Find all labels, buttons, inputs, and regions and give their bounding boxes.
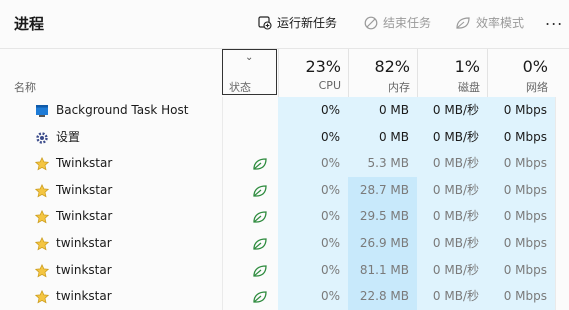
cpu-cell: 0% [278, 176, 348, 204]
efficiency-mode-label: 效率模式 [476, 16, 525, 30]
disk-cell: 0 MB/秒 [417, 230, 487, 257]
disk-cell: 0 MB/秒 [417, 256, 487, 284]
disk-cell: 0 MB/秒 [417, 176, 487, 204]
network-cell: 0 Mbps [487, 230, 555, 257]
process-name: 设置 [56, 129, 81, 144]
disk-cell: 0 MB/秒 [417, 123, 487, 151]
table-row[interactable]: twinkstar 0% 26.9 MB 0 MB/秒 0 Mbps [0, 230, 569, 257]
page-title: 进程 [14, 15, 45, 33]
disk-label: 磁盘 [458, 81, 480, 94]
status-label: 状态 [229, 81, 251, 94]
memory-cell: 26.9 MB [348, 230, 417, 257]
cpu-total: 23% [305, 57, 341, 76]
table-row[interactable]: Twinkstar 0% 29.5 MB 0 MB/秒 0 Mbps [0, 203, 569, 230]
table-row[interactable]: Twinkstar 0% 28.7 MB 0 MB/秒 0 Mbps [0, 176, 569, 204]
memory-cell: 0 MB [348, 123, 417, 151]
run-new-task-button[interactable]: 运行新任务 [258, 14, 337, 31]
end-task-button[interactable]: 结束任务 [364, 14, 431, 31]
gear-icon [35, 130, 49, 144]
table-row[interactable]: 设置 0% 0 MB 0 MB/秒 0 Mbps [0, 123, 569, 151]
memory-cell: 0 MB [348, 97, 417, 124]
memory-cell: 5.3 MB [348, 150, 417, 177]
leaf-icon [456, 16, 470, 29]
column-name[interactable]: 名称 [14, 79, 36, 95]
disk-cell: 0 MB/秒 [417, 150, 487, 177]
more-options-icon[interactable]: ... [545, 10, 563, 29]
network-cell: 0 Mbps [487, 123, 555, 151]
disk-cell: 0 MB/秒 [417, 203, 487, 230]
chevron-down-icon: ⌄ [245, 52, 254, 63]
column-cpu[interactable]: 23% CPU [278, 49, 349, 97]
process-name: twinkstar [56, 289, 112, 304]
efficiency-leaf-icon [252, 156, 268, 170]
memory-label: 内存 [388, 81, 410, 94]
cpu-cell: 0% [278, 150, 348, 177]
memory-cell: 81.1 MB [348, 256, 417, 284]
process-name: Background Task Host [56, 103, 189, 117]
cpu-cell: 0% [278, 230, 348, 257]
network-cell: 0 Mbps [487, 176, 555, 204]
network-label: 网络 [526, 81, 548, 94]
memory-total: 82% [374, 57, 410, 76]
network-cell: 0 Mbps [487, 97, 555, 124]
process-name: Twinkstar [56, 182, 113, 197]
efficiency-leaf-icon [252, 236, 268, 250]
network-total: 0% [522, 57, 548, 76]
column-status[interactable]: ⌄ 状态 [222, 49, 277, 95]
cpu-cell: 0% [278, 256, 348, 284]
cpu-cell: 0% [278, 283, 348, 310]
efficiency-leaf-icon [252, 289, 268, 303]
network-cell: 0 Mbps [487, 256, 555, 284]
network-cell: 0 Mbps [487, 150, 555, 177]
star-icon [34, 236, 50, 251]
star-icon [34, 289, 50, 304]
memory-cell: 29.5 MB [348, 203, 417, 230]
cpu-cell: 0% [278, 123, 348, 151]
column-memory[interactable]: 82% 内存 [348, 49, 418, 97]
star-icon [34, 156, 50, 171]
memory-cell: 28.7 MB [348, 176, 417, 204]
memory-cell: 22.8 MB [348, 283, 417, 310]
efficiency-leaf-icon [252, 183, 268, 197]
cpu-cell: 0% [278, 203, 348, 230]
app-window-icon [35, 103, 49, 117]
table-row[interactable]: twinkstar 0% 22.8 MB 0 MB/秒 0 Mbps [0, 283, 569, 310]
process-name: twinkstar [56, 236, 112, 250]
column-network[interactable]: 0% 网络 [487, 49, 556, 97]
column-disk[interactable]: 1% 磁盘 [417, 49, 488, 97]
network-cell: 0 Mbps [487, 203, 555, 230]
run-new-task-label: 运行新任务 [277, 16, 338, 30]
efficiency-mode-button[interactable]: 效率模式 [455, 14, 524, 31]
end-task-label: 结束任务 [383, 16, 432, 30]
end-task-icon [364, 16, 378, 29]
efficiency-leaf-icon [252, 209, 268, 224]
table-row[interactable]: Twinkstar 0% 5.3 MB 0 MB/秒 0 Mbps [0, 150, 569, 177]
run-task-icon [258, 15, 272, 30]
disk-cell: 0 MB/秒 [417, 283, 487, 310]
network-cell: 0 Mbps [487, 283, 555, 310]
star-icon [34, 209, 50, 224]
disk-cell: 0 MB/秒 [417, 97, 487, 124]
star-icon [34, 263, 50, 277]
table-row[interactable]: twinkstar 0% 81.1 MB 0 MB/秒 0 Mbps [0, 256, 569, 284]
column-header-row: 名称 23% CPU 82% 内存 1% 磁盘 0% 网络 [0, 49, 569, 97]
table-row[interactable]: Background Task Host 0% 0 MB 0 MB/秒 0 Mbps [0, 97, 569, 124]
cpu-cell: 0% [278, 97, 348, 124]
cpu-label: CPU [318, 79, 341, 92]
efficiency-leaf-icon [252, 263, 268, 277]
process-name: Twinkstar [56, 209, 113, 224]
star-icon [34, 183, 50, 198]
process-name: Twinkstar [56, 156, 113, 171]
process-name: twinkstar [56, 262, 112, 277]
disk-total: 1% [454, 57, 480, 76]
